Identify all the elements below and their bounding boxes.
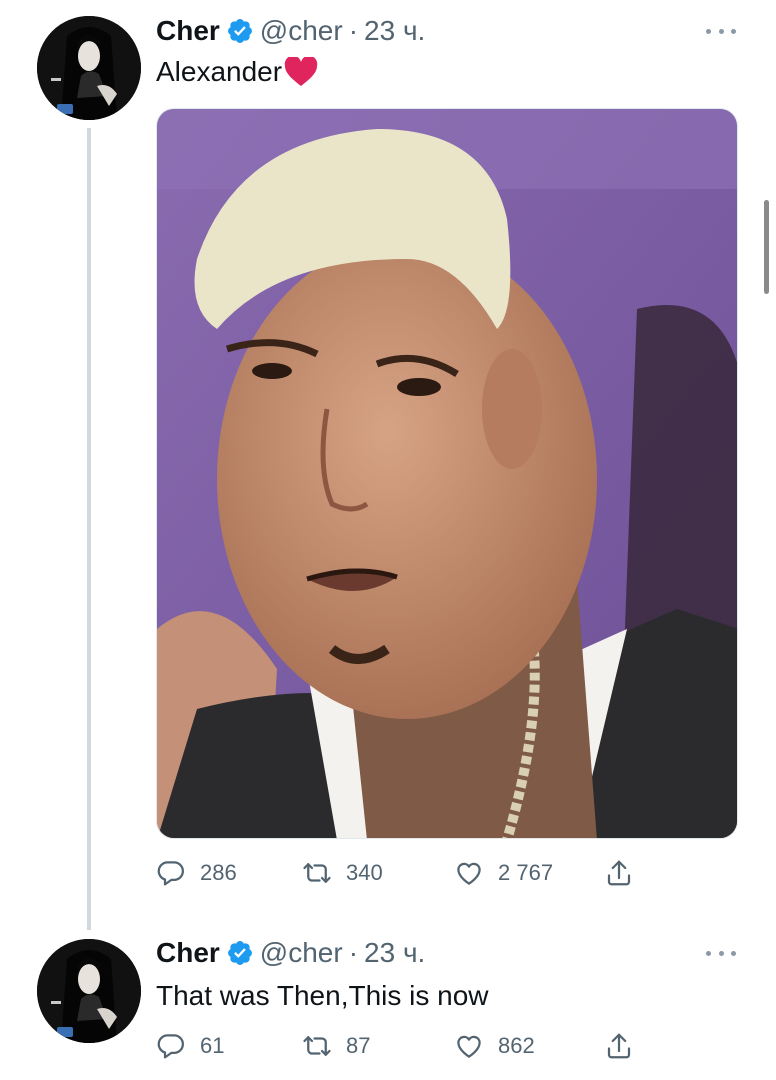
verified-badge-icon [226, 17, 254, 45]
separator-dot: · [348, 937, 359, 968]
tweet-text: That was Then,This is now [156, 978, 489, 1014]
reply-button[interactable]: 61 [156, 1026, 224, 1066]
retweet-icon [302, 1031, 332, 1061]
tweet-media-photo[interactable] [156, 108, 738, 839]
share-button[interactable] [604, 1026, 634, 1066]
photo-image [157, 109, 737, 838]
reply-button[interactable]: 286 [156, 853, 237, 893]
reply-count: 61 [200, 1033, 225, 1058]
scrollbar[interactable] [764, 200, 769, 294]
tweet-text: Alexander [156, 54, 318, 90]
tweet[interactable]: Cher @cher · 23 ч. Alexander 286 340 2 7… [0, 0, 776, 930]
tweet-header: Cher @cher · 23 ч. [156, 14, 425, 48]
like-count: 862 [498, 1033, 535, 1058]
retweet-button[interactable]: 87 [302, 1026, 370, 1066]
heart-emoji-icon [284, 57, 318, 86]
reply-count: 286 [200, 860, 237, 885]
author-name[interactable]: Cher [156, 937, 220, 969]
tweet-actions: 286 340 2 767 [156, 853, 656, 893]
tweet-timestamp[interactable]: 23 ч. [364, 15, 425, 47]
tweet-header: Cher @cher · 23 ч. [156, 936, 425, 970]
reply-icon [156, 1031, 186, 1061]
like-icon [454, 1031, 484, 1061]
tweet-timestamp[interactable]: 23 ч. [364, 937, 425, 969]
more-horizontal-icon[interactable] [706, 948, 736, 958]
avatar[interactable] [37, 939, 141, 1043]
like-button[interactable]: 2 767 [454, 853, 553, 893]
tweet-text-content: That was Then,This is now [156, 980, 489, 1011]
author-handle[interactable]: @cher [260, 15, 343, 47]
separator-dot: · [348, 15, 359, 46]
tweet-actions: 61 87 862 [156, 1026, 656, 1066]
verified-badge-icon [226, 939, 254, 967]
like-icon [454, 858, 484, 888]
share-icon [604, 1031, 634, 1061]
like-button[interactable]: 862 [454, 1026, 535, 1066]
share-icon [604, 858, 634, 888]
thread-line [87, 128, 91, 930]
author-name[interactable]: Cher [156, 15, 220, 47]
tweet[interactable]: Cher @cher · 23 ч. That was Then,This is… [0, 930, 776, 1080]
retweet-count: 87 [346, 1033, 371, 1058]
avatar[interactable] [37, 16, 141, 120]
reply-icon [156, 858, 186, 888]
retweet-icon [302, 858, 332, 888]
retweet-count: 340 [346, 860, 383, 885]
share-button[interactable] [604, 853, 634, 893]
author-handle[interactable]: @cher [260, 937, 343, 969]
tweet-text-content: Alexander [156, 56, 283, 87]
retweet-button[interactable]: 340 [302, 853, 383, 893]
like-count: 2 767 [498, 860, 554, 885]
more-horizontal-icon[interactable] [706, 26, 736, 36]
